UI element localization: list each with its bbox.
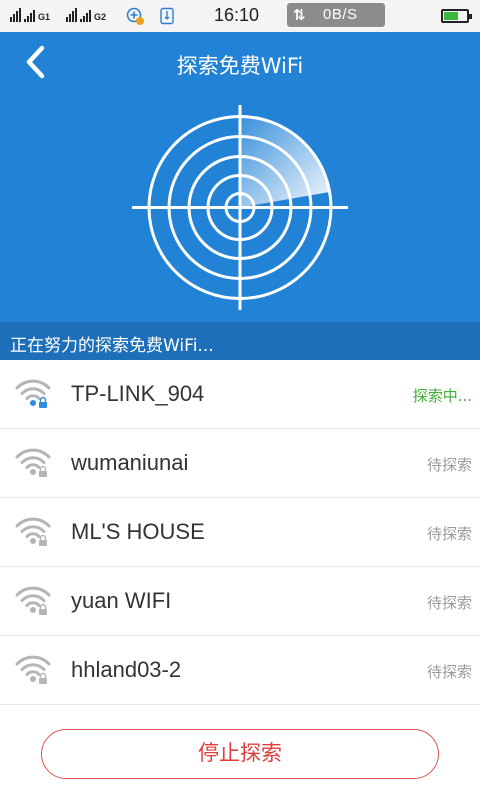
network-state: 待探索 <box>426 525 472 543</box>
transfer-arrows-icon: ⇅ <box>293 7 306 24</box>
wifi-locked-icon <box>15 448 51 477</box>
list-item[interactable]: wumaniunai 待探索 <box>0 429 480 498</box>
wifi-locked-icon <box>15 655 51 684</box>
network-ssid: yuan WIFI <box>71 588 172 613</box>
search-status-bar: 正在努力的探索免费WiFi... <box>0 322 480 360</box>
list-item[interactable]: yuan WIFI 待探索 <box>0 567 480 636</box>
list-item[interactable]: ML'S HOUSE 待探索 <box>0 498 480 567</box>
list-item[interactable]: TP-LINK_904 探索中... <box>0 360 480 429</box>
net-speed-badge: ⇅ 0B/S <box>287 3 385 27</box>
net-speed-value: 0B/S <box>323 6 358 23</box>
network-list: TP-LINK_904 探索中... wumaniunai 待探索 ML'S HOUSE… <box>0 360 480 705</box>
sim2-label: G2 <box>94 12 107 22</box>
network-ssid: hhland03-2 <box>71 657 182 682</box>
battery-icon <box>441 9 472 23</box>
network-ssid: ML'S HOUSE <box>71 519 205 544</box>
search-header: 探索免费WiFi 正在努力的探索免费WiFi... <box>0 32 480 360</box>
network-state: 探索中... <box>412 387 472 405</box>
sim1-label: G1 <box>38 12 51 22</box>
network-ssid: TP-LINK_904 <box>71 381 205 406</box>
radar-icon <box>132 105 348 310</box>
usb-icon <box>160 7 174 25</box>
network-state: 待探索 <box>426 456 472 474</box>
network-state: 待探索 <box>426 663 472 681</box>
status-bar: G1 G2 16:10 ⇅ 0B/S <box>0 0 480 32</box>
signal-sim1-icon: G1 <box>10 6 50 22</box>
stop-search-button[interactable]: 停止探索 <box>41 729 439 779</box>
page-title: 探索免费WiFi <box>176 54 304 78</box>
wifi-locked-icon <box>15 586 51 615</box>
notification-plus-icon <box>126 7 144 25</box>
clock: 16:10 <box>214 5 260 25</box>
signal-sim2-icon: G2 <box>66 6 106 22</box>
search-status-text: 正在努力的探索免费WiFi... <box>10 336 214 356</box>
network-state: 待探索 <box>426 594 472 612</box>
list-item[interactable]: hhland03-2 待探索 <box>0 636 480 705</box>
wifi-locked-icon <box>15 517 51 546</box>
network-ssid: wumaniunai <box>71 450 189 475</box>
wifi-locked-icon <box>15 379 51 408</box>
